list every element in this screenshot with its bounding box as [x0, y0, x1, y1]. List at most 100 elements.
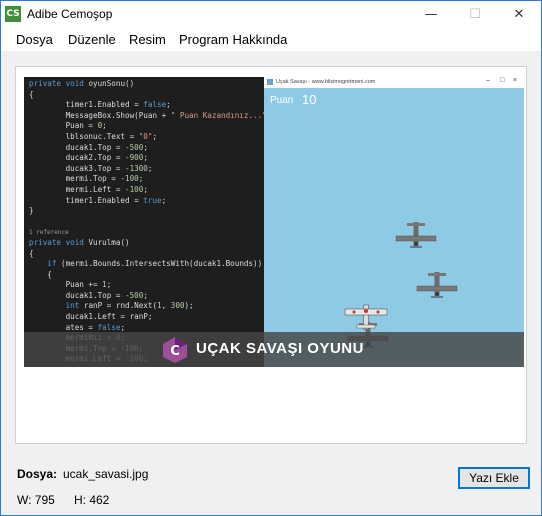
- planes-layer: [344, 221, 458, 348]
- code-token: 300: [170, 301, 185, 311]
- code-token: {: [29, 269, 52, 279]
- code-line: Puan = 0;: [29, 121, 264, 132]
- code-token: ;: [147, 163, 153, 173]
- code-line: ducak1.Top = -500;: [29, 291, 264, 302]
- code-token: timer1.Enabled =: [29, 100, 144, 110]
- code-line: private void oyunSonu(): [29, 79, 264, 90]
- code-token: false: [97, 322, 121, 332]
- title-bar[interactable]: CS Adibe Cemoşop — ☐ ✕: [1, 1, 541, 29]
- code-token: private void: [29, 79, 89, 88]
- enemy-plane-2: [416, 271, 458, 298]
- code-token: int: [65, 301, 80, 311]
- image-panel: private void oyunSonu(){ timer1.Enabled …: [15, 66, 527, 444]
- code-token: ducak1.Left = ranP;: [29, 312, 153, 322]
- code-screenshot: private void oyunSonu(){ timer1.Enabled …: [24, 77, 264, 367]
- code-token: (mermi.Bounds.IntersectsWith(ducak1.Boun…: [56, 259, 263, 269]
- app-window: CS Adibe Cemoşop — ☐ ✕ Dosya Düzenle Res…: [0, 0, 542, 516]
- code-token: -100: [125, 184, 144, 194]
- code-token: "0": [138, 131, 153, 141]
- code-line: MessageBox.Show(Puan + " Puan Kazandınız…: [29, 111, 264, 122]
- code-token: ates =: [29, 322, 98, 332]
- code-token: -500: [125, 290, 144, 300]
- add-text-button[interactable]: Yazı Ekle: [458, 467, 530, 489]
- code-token: -1300: [125, 163, 148, 173]
- menu-duzenle[interactable]: Düzenle: [68, 32, 116, 47]
- code-token: ;: [138, 174, 144, 184]
- loaded-image: private void oyunSonu(){ timer1.Enabled …: [24, 77, 524, 367]
- code-line: ducak1.Top = -500;: [29, 143, 264, 154]
- code-token: 1 reference: [29, 229, 69, 237]
- code-token: ;: [161, 195, 167, 205]
- image-height: H: 462: [74, 493, 110, 507]
- code-line: int ranP = rnd.Next(1, 300);: [29, 301, 264, 312]
- title-banner: C UÇAK SAVAŞI OYUNU: [24, 332, 524, 367]
- code-token: false: [143, 100, 167, 110]
- code-line: ducak1.Left = ranP;: [29, 312, 264, 323]
- menu-dosya[interactable]: Dosya: [16, 32, 53, 47]
- game-screenshot: Uçak Savaşı - www.bilsimogretmeni.com – …: [264, 77, 524, 367]
- code-token: }: [29, 206, 34, 216]
- code-line: 1 reference: [29, 227, 264, 238]
- code-line: ducak2.Top = -900;: [29, 153, 264, 164]
- enemy-plane-1: [395, 221, 437, 248]
- code-token: Vurulma(): [88, 237, 130, 247]
- code-line: private void Vurulma(): [29, 238, 264, 249]
- code-token: ;: [152, 131, 158, 141]
- code-line: {: [29, 249, 264, 260]
- code-token: -900: [125, 153, 144, 163]
- code-token: Puan =: [29, 121, 98, 131]
- code-token: ,: [161, 301, 171, 311]
- code-token: true: [143, 195, 162, 205]
- code-token: );: [184, 301, 194, 311]
- minimize-button[interactable]: —: [409, 1, 453, 29]
- image-width: W: 795: [17, 493, 55, 507]
- code-line: mermi.Left = -100;: [29, 185, 264, 196]
- code-token: -100: [120, 174, 139, 184]
- window-title: Adibe Cemoşop: [27, 7, 113, 21]
- code-token: lblsonuc.Text =: [29, 131, 139, 141]
- code-token: private void: [29, 237, 89, 247]
- menu-program-hakkinda[interactable]: Program Hakkında: [179, 32, 287, 47]
- code-token: ;: [143, 142, 148, 152]
- app-icon: CS: [5, 6, 21, 22]
- menu-resim[interactable]: Resim: [129, 32, 166, 47]
- code-line: if (mermi.Bounds.IntersectsWith(ducak1.B…: [29, 259, 264, 270]
- code-token: -500: [125, 142, 144, 152]
- code-line: {: [29, 270, 264, 281]
- code-token: ;: [166, 100, 171, 110]
- code-token: ;: [143, 153, 148, 163]
- code-line: ducak3.Top = -1300;: [29, 164, 264, 175]
- code-token: ducak1.Top =: [29, 290, 126, 300]
- code-token: ;: [143, 290, 148, 300]
- maximize-button[interactable]: ☐: [453, 1, 497, 29]
- banner-title: UÇAK SAVAŞI OYUNU: [196, 340, 364, 357]
- code-line: timer1.Enabled = false;: [29, 100, 264, 111]
- code-line: {: [29, 90, 264, 101]
- code-line: lblsonuc.Text = "0";: [29, 132, 264, 143]
- code-token: ducak3.Top =: [29, 163, 126, 173]
- code-token: ;: [106, 280, 112, 290]
- code-token: ;: [143, 184, 148, 194]
- code-token: timer1.Enabled =: [29, 195, 144, 205]
- menu-bar: Dosya Düzenle Resim Program Hakkında: [1, 29, 541, 51]
- code-line: Puan += 1;: [29, 280, 264, 291]
- code-line: mermi.Top = -100;: [29, 174, 264, 185]
- code-token: oyunSonu(): [88, 79, 135, 88]
- code-token: mermi.Left =: [29, 184, 126, 194]
- code-token: mermi.Top =: [29, 174, 121, 184]
- code-token: ducak2.Top =: [29, 153, 126, 163]
- file-name: ucak_savasi.jpg: [63, 467, 149, 481]
- code-token: MessageBox.Show(Puan +: [29, 110, 171, 120]
- close-button[interactable]: ✕: [497, 1, 541, 29]
- code-line: timer1.Enabled = true;: [29, 196, 264, 207]
- code-token: ranP = rnd.Next(: [79, 301, 158, 311]
- svg-text:C: C: [170, 344, 180, 359]
- code-token: ;: [120, 322, 126, 332]
- code-token: {: [29, 89, 34, 99]
- csharp-logo-icon: C: [163, 337, 187, 363]
- code-token: ducak1.Top =: [29, 142, 126, 152]
- code-token: Puan +=: [29, 280, 103, 290]
